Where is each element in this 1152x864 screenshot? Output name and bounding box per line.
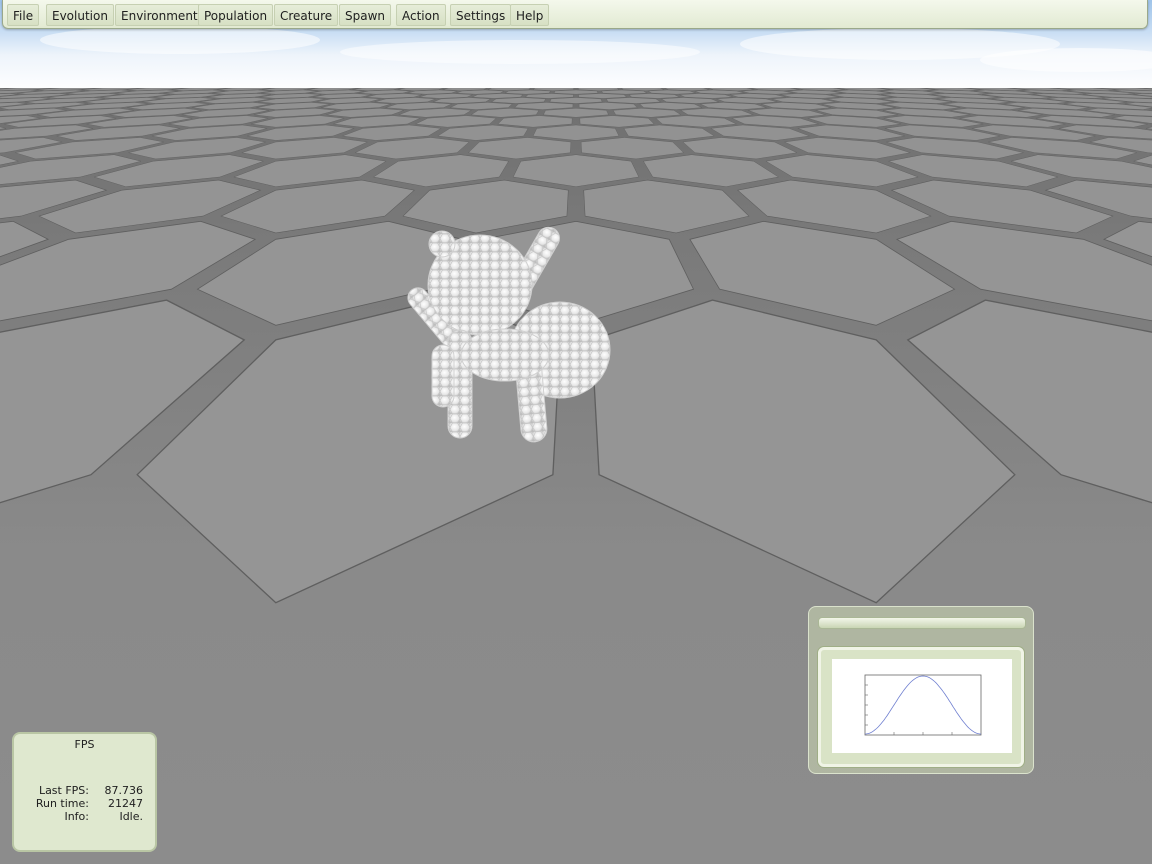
menu-action[interactable]: Action: [396, 4, 446, 26]
graph-plot-area: [832, 659, 1012, 753]
menu-bar: File Evolution Environment Population Cr…: [2, 0, 1148, 29]
graph-window[interactable]: [808, 606, 1034, 774]
run-time-value: 21247: [108, 797, 143, 810]
fps-row-info: Info: Idle.: [14, 810, 155, 824]
fps-panel[interactable]: FPS Last FPS: 87.736 Run time: 21247 Inf…: [12, 732, 157, 852]
menu-creature[interactable]: Creature: [274, 4, 339, 26]
fps-row-last-fps: Last FPS: 87.736: [14, 784, 155, 798]
menu-settings[interactable]: Settings: [450, 4, 512, 26]
info-label: Info:: [64, 810, 89, 823]
menu-evolution[interactable]: Evolution: [46, 4, 114, 26]
info-value: Idle.: [119, 810, 143, 823]
menu-file[interactable]: File: [7, 4, 40, 26]
run-time-label: Run time:: [35, 797, 89, 810]
sine-graph: [864, 674, 982, 736]
menu-population[interactable]: Population: [198, 4, 274, 26]
menu-spawn[interactable]: Spawn: [339, 4, 392, 26]
creature-body: [407, 226, 611, 443]
graph-axes-box: [864, 674, 982, 736]
menu-environment[interactable]: Environment: [115, 4, 204, 26]
graph-frame: [818, 647, 1024, 767]
graph-line: [864, 675, 982, 735]
menu-help[interactable]: Help: [510, 4, 550, 26]
fps-row-run-time: Run time: 21247: [14, 797, 155, 811]
fps-panel-title: FPS: [74, 738, 95, 751]
graph-window-titlebar[interactable]: [818, 617, 1026, 629]
last-fps-label: Last FPS:: [38, 784, 89, 797]
last-fps-value: 87.736: [104, 784, 144, 797]
